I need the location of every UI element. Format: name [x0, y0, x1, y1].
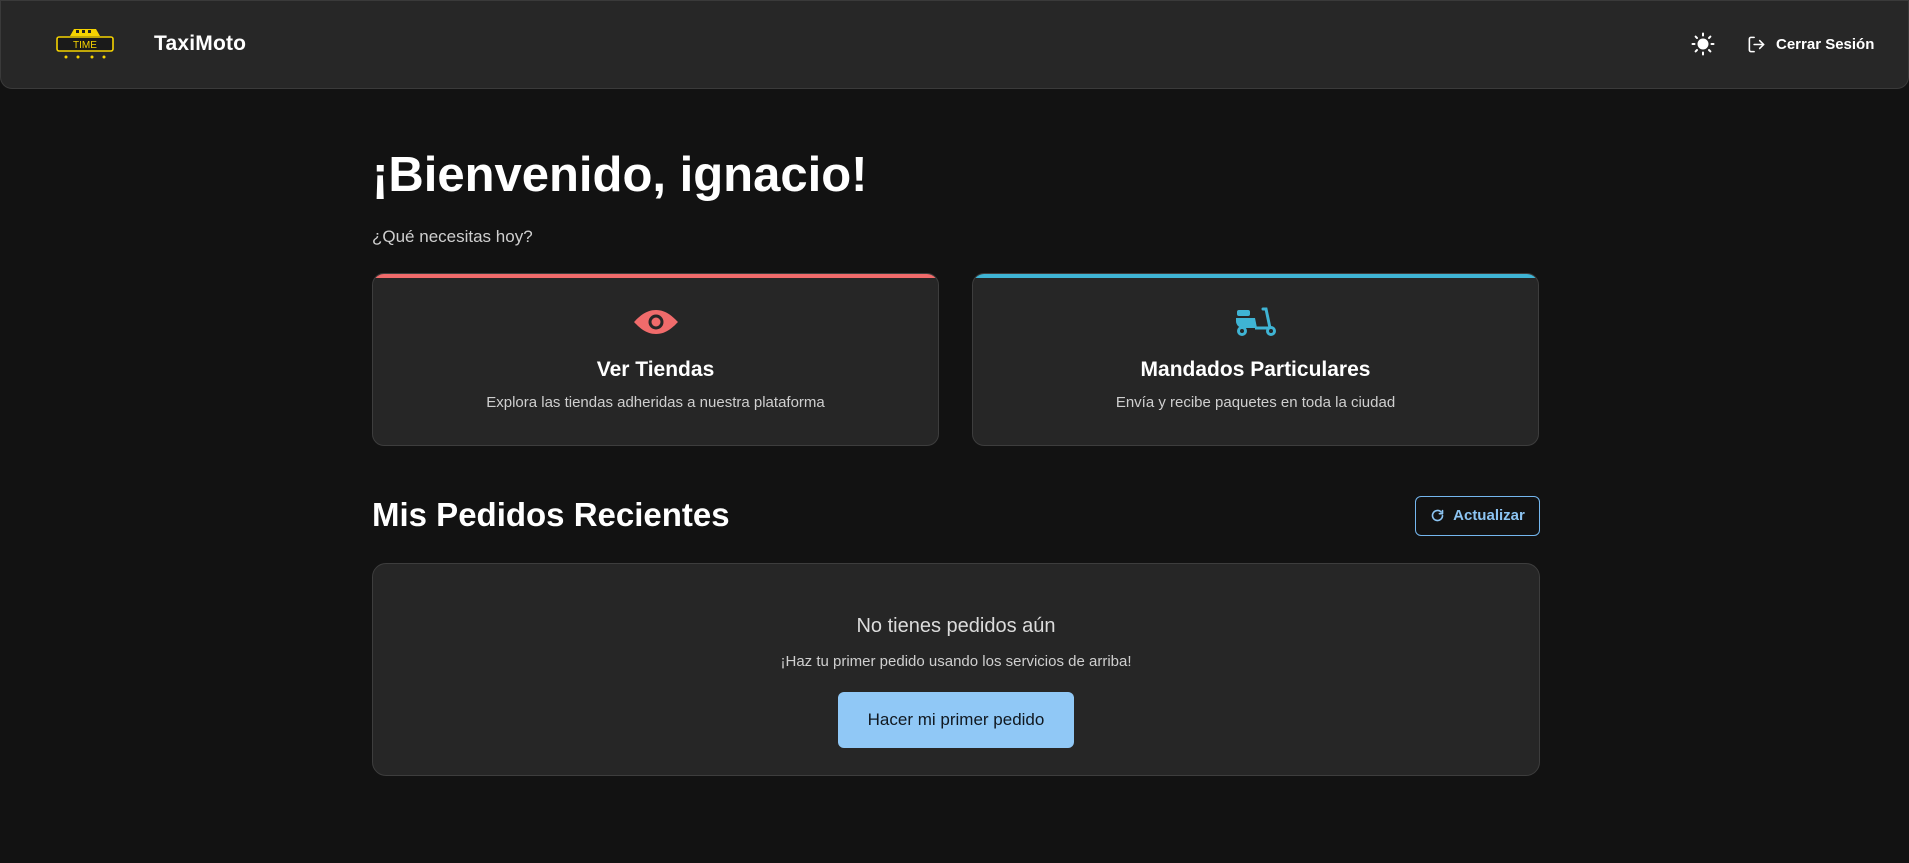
empty-title: No tienes pedidos aún: [856, 614, 1056, 637]
card-accent-bar: [973, 273, 1538, 278]
welcome-title: ¡Bienvenido, ignacio!: [372, 148, 868, 202]
card-accent-bar: [373, 273, 938, 278]
empty-description: ¡Haz tu primer pedido usando los servici…: [780, 652, 1132, 670]
empty-orders-panel: No tienes pedidos aún ¡Haz tu primer ped…: [372, 562, 1540, 776]
brand-name[interactable]: TaxiMoto: [154, 32, 246, 56]
logout-button[interactable]: Cerrar Sesión: [1747, 31, 1874, 57]
refresh-button[interactable]: Actualizar: [1415, 495, 1540, 536]
card-title: Ver Tiendas: [596, 357, 715, 381]
eye-icon: [633, 309, 678, 334]
service-cards: Ver Tiendas Explora las tiendas adherida…: [372, 272, 1540, 446]
refresh-icon: [1431, 510, 1444, 522]
scooter-icon: [1235, 307, 1276, 336]
card-mandados-particulares[interactable]: Mandados Particulares Envía y recibe paq…: [972, 272, 1539, 446]
card-ver-tiendas[interactable]: Ver Tiendas Explora las tiendas adherida…: [372, 272, 939, 446]
welcome-subtitle: ¿Qué necesitas hoy?: [372, 226, 533, 246]
svg-text:TIME: TIME: [73, 40, 97, 51]
orders-title: Mis Pedidos Recientes: [372, 495, 730, 533]
card-description: Envía y recibe paquetes en toda la ciuda…: [1115, 393, 1396, 411]
card-description: Explora las tiendas adheridas a nuestra …: [486, 393, 825, 411]
logout-label: Cerrar Sesión: [1776, 35, 1875, 53]
taxi-logo[interactable]: TIME: [54, 27, 116, 61]
orders-header: Mis Pedidos Recientes Actualizar: [372, 495, 1540, 536]
main-content: ¡Bienvenido, ignacio! ¿Qué necesitas hoy…: [372, 89, 1540, 776]
logout-icon: [1748, 36, 1765, 52]
card-title: Mandados Particulares: [1140, 357, 1371, 381]
first-order-button[interactable]: Hacer mi primer pedido: [838, 691, 1074, 748]
refresh-label: Actualizar: [1453, 507, 1525, 525]
sun-icon[interactable]: [1691, 32, 1715, 56]
top-navbar: TIME TaxiMoto Cerrar Sesión: [0, 0, 1909, 89]
